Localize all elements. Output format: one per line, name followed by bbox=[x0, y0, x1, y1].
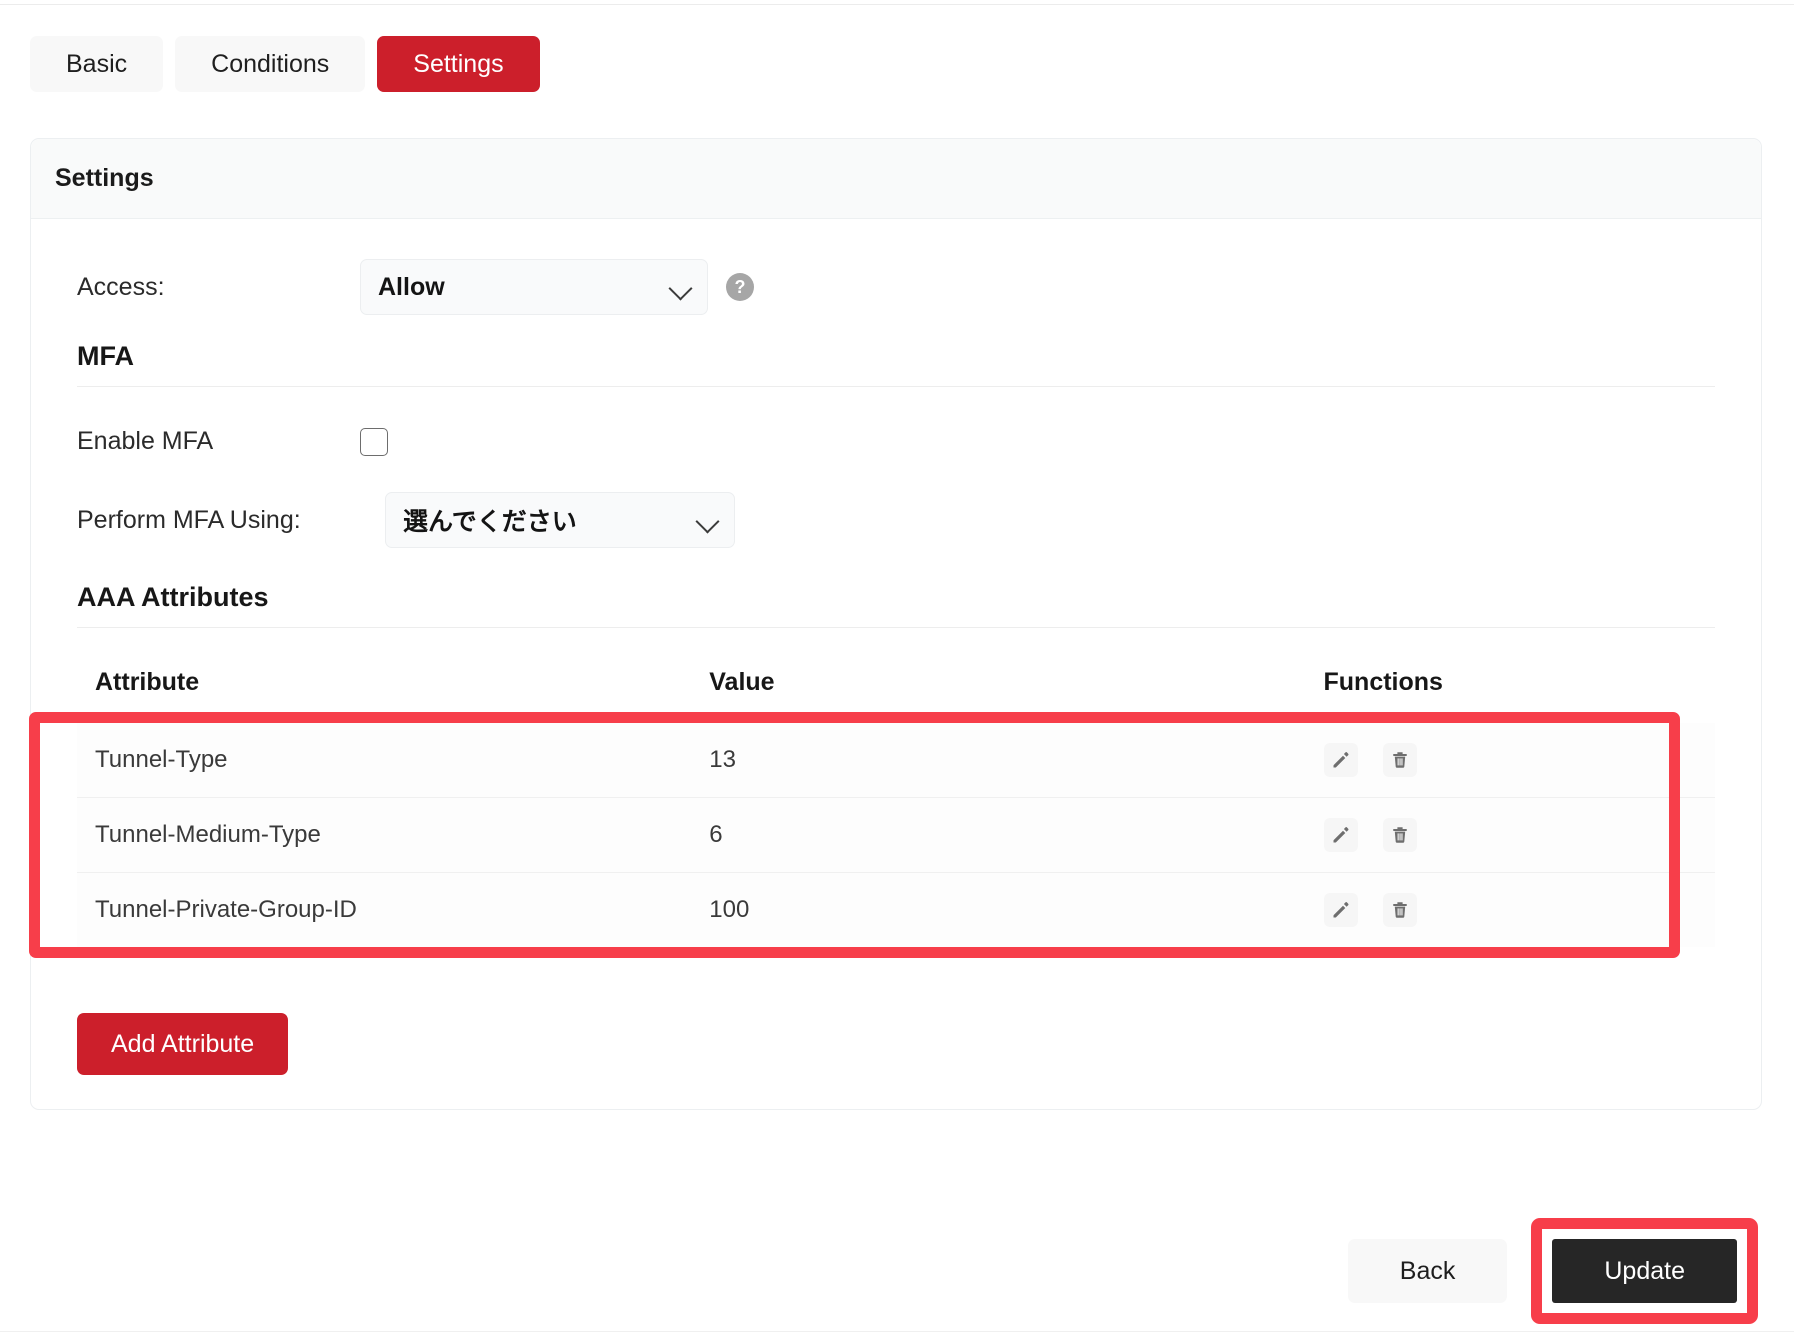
column-header-attribute: Attribute bbox=[77, 658, 691, 723]
table-row: Tunnel-Type 13 bbox=[77, 723, 1715, 798]
perform-mfa-label: Perform MFA Using: bbox=[55, 506, 385, 535]
perform-mfa-row: Perform MFA Using: 選んでください bbox=[55, 492, 1737, 548]
cell-functions bbox=[1306, 723, 1716, 798]
table-row: Tunnel-Medium-Type 6 bbox=[77, 798, 1715, 873]
tab-bar: Basic Conditions Settings bbox=[30, 36, 540, 92]
settings-page: Basic Conditions Settings Settings Acces… bbox=[0, 0, 1794, 1338]
card-title: Settings bbox=[55, 164, 154, 193]
tab-conditions[interactable]: Conditions bbox=[175, 36, 365, 92]
footer-actions: Back Update bbox=[0, 1218, 1794, 1324]
access-select[interactable]: Allow bbox=[360, 259, 708, 315]
edit-row-button[interactable] bbox=[1324, 818, 1358, 852]
chevron-down-icon bbox=[695, 509, 719, 533]
question-mark-icon[interactable]: ? bbox=[726, 273, 754, 301]
perform-mfa-select-value: 選んでください bbox=[403, 502, 577, 538]
cell-value: 6 bbox=[691, 798, 1305, 873]
settings-card: Settings Access: Allow ? MFA Enable MFA bbox=[30, 138, 1762, 1110]
delete-row-button[interactable] bbox=[1383, 893, 1417, 927]
cell-value: 13 bbox=[691, 723, 1305, 798]
enable-mfa-checkbox[interactable] bbox=[360, 428, 388, 456]
cell-functions bbox=[1306, 798, 1716, 873]
enable-mfa-row: Enable MFA bbox=[55, 427, 1737, 456]
table-row: Tunnel-Private-Group-ID 100 bbox=[77, 873, 1715, 948]
access-select-value: Allow bbox=[378, 273, 445, 302]
back-button[interactable]: Back bbox=[1348, 1239, 1508, 1303]
cell-value: 100 bbox=[691, 873, 1305, 948]
card-header: Settings bbox=[31, 139, 1761, 219]
mfa-section-heading: MFA bbox=[55, 341, 1737, 387]
top-divider bbox=[0, 4, 1794, 5]
trash-icon bbox=[1390, 750, 1410, 770]
cell-functions bbox=[1306, 873, 1716, 948]
table-head: Attribute Value Functions bbox=[77, 658, 1715, 723]
tab-basic[interactable]: Basic bbox=[30, 36, 163, 92]
delete-row-button[interactable] bbox=[1383, 743, 1417, 777]
pencil-icon bbox=[1331, 900, 1351, 920]
annotation-highlight-update: Update bbox=[1531, 1218, 1758, 1324]
pencil-icon bbox=[1331, 750, 1351, 770]
aaa-attributes-table: Attribute Value Functions Tunnel-Type 13 bbox=[77, 658, 1715, 947]
cell-attribute: Tunnel-Medium-Type bbox=[77, 798, 691, 873]
perform-mfa-select[interactable]: 選んでください bbox=[385, 492, 735, 548]
column-header-value: Value bbox=[691, 658, 1305, 723]
update-button[interactable]: Update bbox=[1552, 1239, 1737, 1303]
aaa-section-heading: AAA Attributes bbox=[55, 582, 1737, 628]
access-label: Access: bbox=[55, 273, 360, 302]
table-header-row: Attribute Value Functions bbox=[77, 658, 1715, 723]
bottom-divider bbox=[0, 1331, 1794, 1332]
pencil-icon bbox=[1331, 825, 1351, 845]
mfa-divider bbox=[77, 386, 1715, 387]
card-body: Access: Allow ? MFA Enable MFA Perform M… bbox=[31, 219, 1761, 1109]
cell-attribute: Tunnel-Private-Group-ID bbox=[77, 873, 691, 948]
access-row: Access: Allow ? bbox=[55, 259, 1737, 315]
table-body: Tunnel-Type 13 bbox=[77, 723, 1715, 947]
trash-icon bbox=[1390, 825, 1410, 845]
aaa-heading: AAA Attributes bbox=[77, 582, 1737, 613]
chevron-down-icon bbox=[668, 276, 692, 300]
delete-row-button[interactable] bbox=[1383, 818, 1417, 852]
mfa-heading: MFA bbox=[77, 341, 1737, 372]
tab-settings[interactable]: Settings bbox=[377, 36, 539, 92]
aaa-divider bbox=[77, 627, 1715, 628]
edit-row-button[interactable] bbox=[1324, 893, 1358, 927]
trash-icon bbox=[1390, 900, 1410, 920]
edit-row-button[interactable] bbox=[1324, 743, 1358, 777]
cell-attribute: Tunnel-Type bbox=[77, 723, 691, 798]
enable-mfa-label: Enable MFA bbox=[55, 427, 360, 456]
column-header-functions: Functions bbox=[1306, 658, 1716, 723]
add-attribute-button[interactable]: Add Attribute bbox=[77, 1013, 288, 1075]
